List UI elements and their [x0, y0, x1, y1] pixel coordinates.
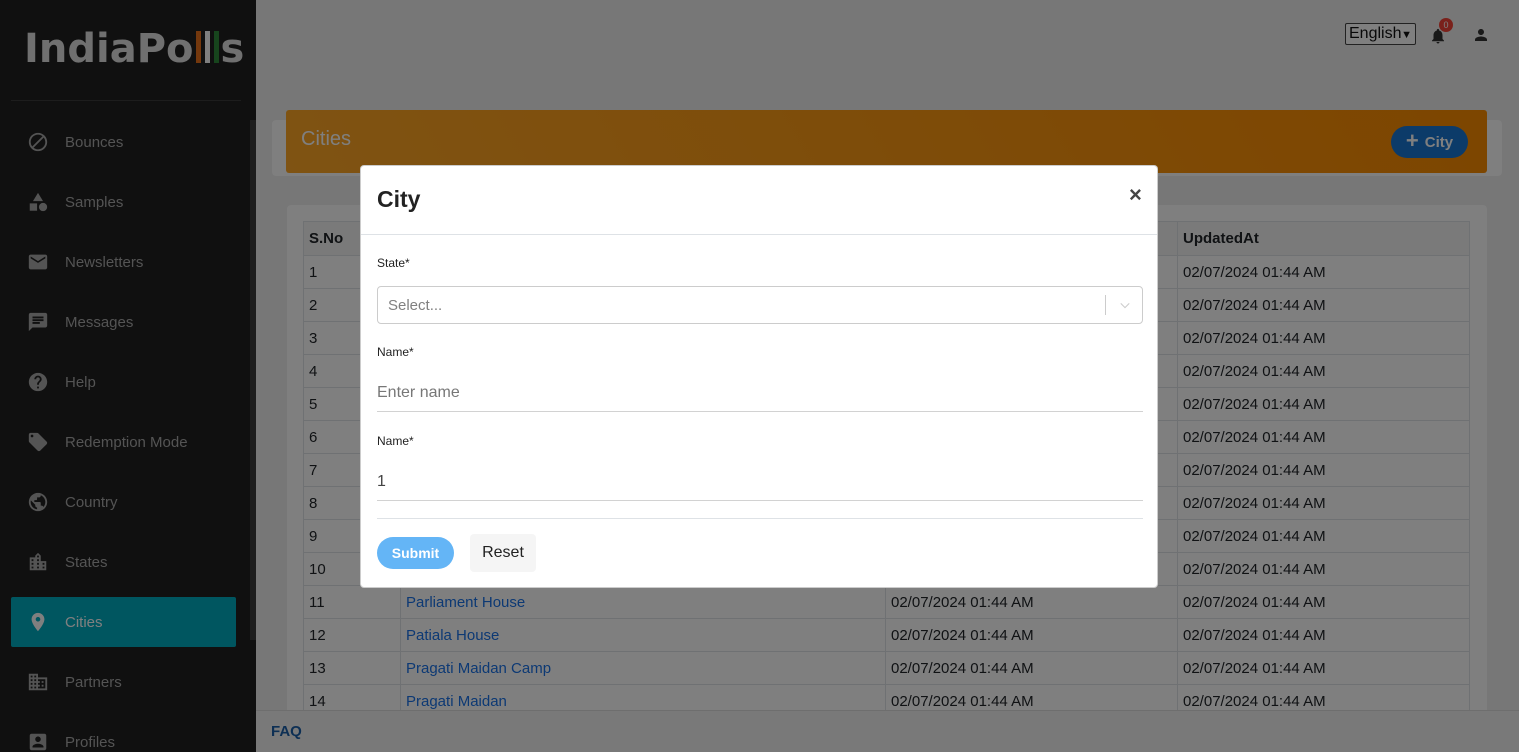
- close-icon[interactable]: ×: [1129, 182, 1142, 208]
- name2-input[interactable]: 1: [377, 463, 1143, 501]
- state-select[interactable]: Select...: [377, 286, 1143, 324]
- chevron-down-icon[interactable]: [1118, 298, 1132, 312]
- modal-title: City: [377, 186, 421, 212]
- state-select-placeholder: Select...: [388, 297, 443, 314]
- modal-divider: [361, 234, 1157, 235]
- name-label: Name*: [377, 345, 414, 359]
- name-input[interactable]: Enter name: [377, 374, 1143, 412]
- select-indicator-separator: [1105, 295, 1106, 315]
- city-modal: City × State* Select... Name* Enter name…: [360, 165, 1158, 588]
- reset-button[interactable]: Reset: [470, 534, 536, 572]
- submit-button[interactable]: Submit: [377, 537, 454, 569]
- name2-label: Name*: [377, 434, 414, 448]
- form-divider: [377, 518, 1143, 519]
- state-label: State*: [377, 256, 410, 270]
